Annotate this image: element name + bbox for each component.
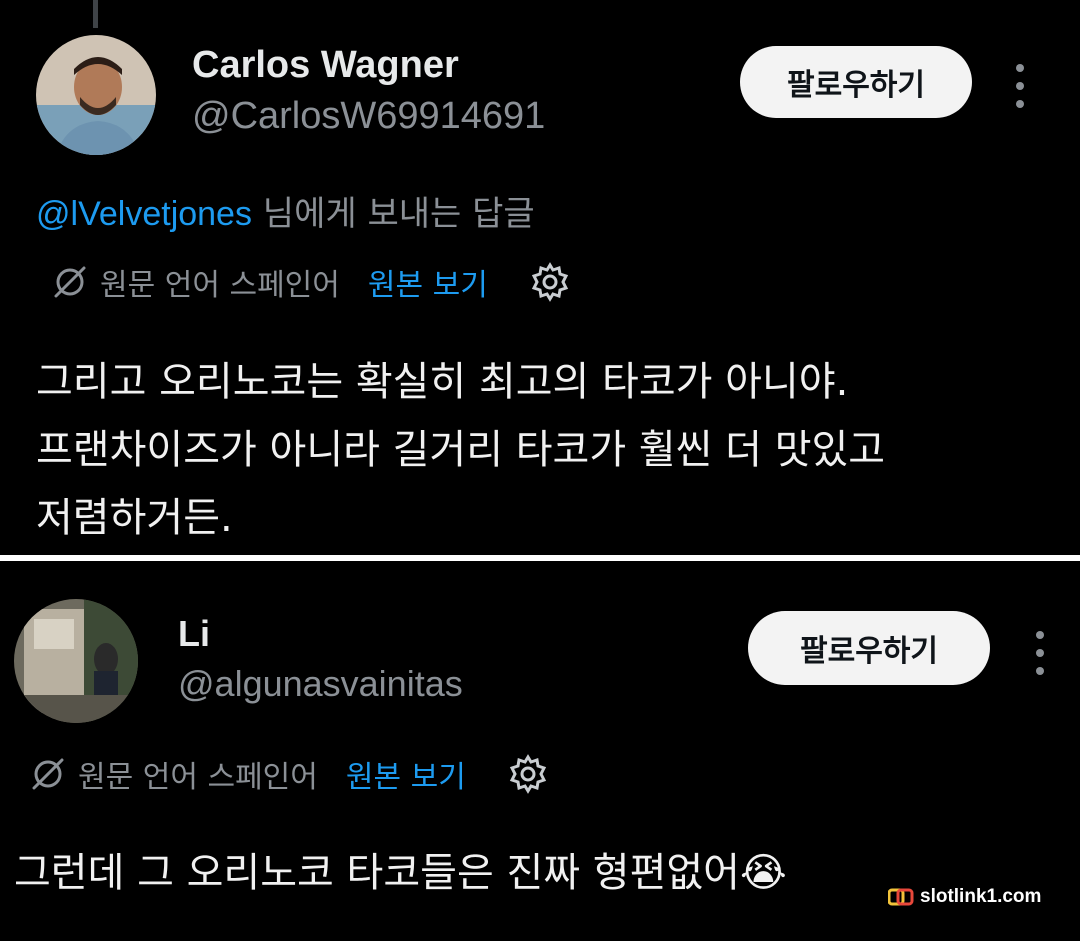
more-icon bbox=[1036, 631, 1044, 639]
post-carlos: Carlos Wagner @CarlosW69914691 팔로우하기 @lV… bbox=[0, 0, 1080, 555]
author-name[interactable]: Li bbox=[178, 613, 210, 655]
translate-icon bbox=[54, 266, 86, 298]
post-text-line: 저렴하거든. bbox=[36, 495, 233, 541]
more-icon bbox=[1016, 64, 1024, 72]
gear-icon[interactable] bbox=[508, 754, 548, 794]
follow-button[interactable]: 팔로우하기 bbox=[748, 611, 990, 685]
author-handle[interactable]: @CarlosW69914691 bbox=[192, 95, 545, 138]
post-text-line: 그런데 그 오리노코 타코들은 진짜 형편없어 bbox=[14, 850, 740, 896]
post-text: 그리고 오리노코는 확실히 최고의 타코가 아니야. 프랜차이즈가 아니라 길거… bbox=[36, 348, 885, 552]
watermark-text: slotlink1.com bbox=[920, 886, 1042, 907]
author-handle[interactable]: @algunasvainitas bbox=[178, 663, 463, 705]
crying-emoji-icon: 😭 bbox=[739, 850, 787, 896]
author-name[interactable]: Carlos Wagner bbox=[192, 44, 459, 87]
reply-to-mention[interactable]: @lVelvetjones bbox=[36, 195, 252, 233]
translation-language: 원문 언어 스페인어 bbox=[100, 268, 340, 303]
translation-row: 원문 언어 스페인어 원본 보기 bbox=[50, 260, 570, 304]
avatar[interactable] bbox=[14, 599, 138, 723]
link-logo-icon bbox=[888, 888, 914, 906]
more-options-button[interactable] bbox=[1033, 631, 1047, 675]
translation-language: 원문 언어 스페인어 bbox=[78, 760, 318, 795]
follow-button[interactable]: 팔로우하기 bbox=[740, 46, 972, 118]
reply-to-suffix: 님에게 보내는 답글 bbox=[251, 194, 535, 234]
translate-icon bbox=[32, 758, 64, 790]
post-text-line: 그리고 오리노코는 확실히 최고의 타코가 아니야. bbox=[36, 359, 849, 405]
view-original-link[interactable]: 원본 보기 bbox=[368, 260, 488, 304]
watermark: slotlink1.com bbox=[888, 886, 1041, 908]
translation-row: 원문 언어 스페인어 원본 보기 bbox=[28, 752, 548, 796]
post-li: Li @algunasvainitas 팔로우하기 원문 언어 스페인어 원본 … bbox=[0, 561, 1080, 941]
post-text: 그런데 그 오리노코 타코들은 진짜 형편없어😭 bbox=[14, 845, 787, 901]
reply-to-line: @lVelvetjones 님에게 보내는 답글 bbox=[36, 186, 535, 235]
avatar[interactable] bbox=[36, 35, 156, 155]
gear-icon[interactable] bbox=[530, 262, 570, 302]
post-text-line: 프랜차이즈가 아니라 길거리 타코가 훨씬 더 맛있고 bbox=[36, 427, 886, 473]
thread-line bbox=[93, 0, 98, 28]
more-options-button[interactable] bbox=[1013, 64, 1027, 108]
view-original-link[interactable]: 원본 보기 bbox=[346, 752, 466, 796]
